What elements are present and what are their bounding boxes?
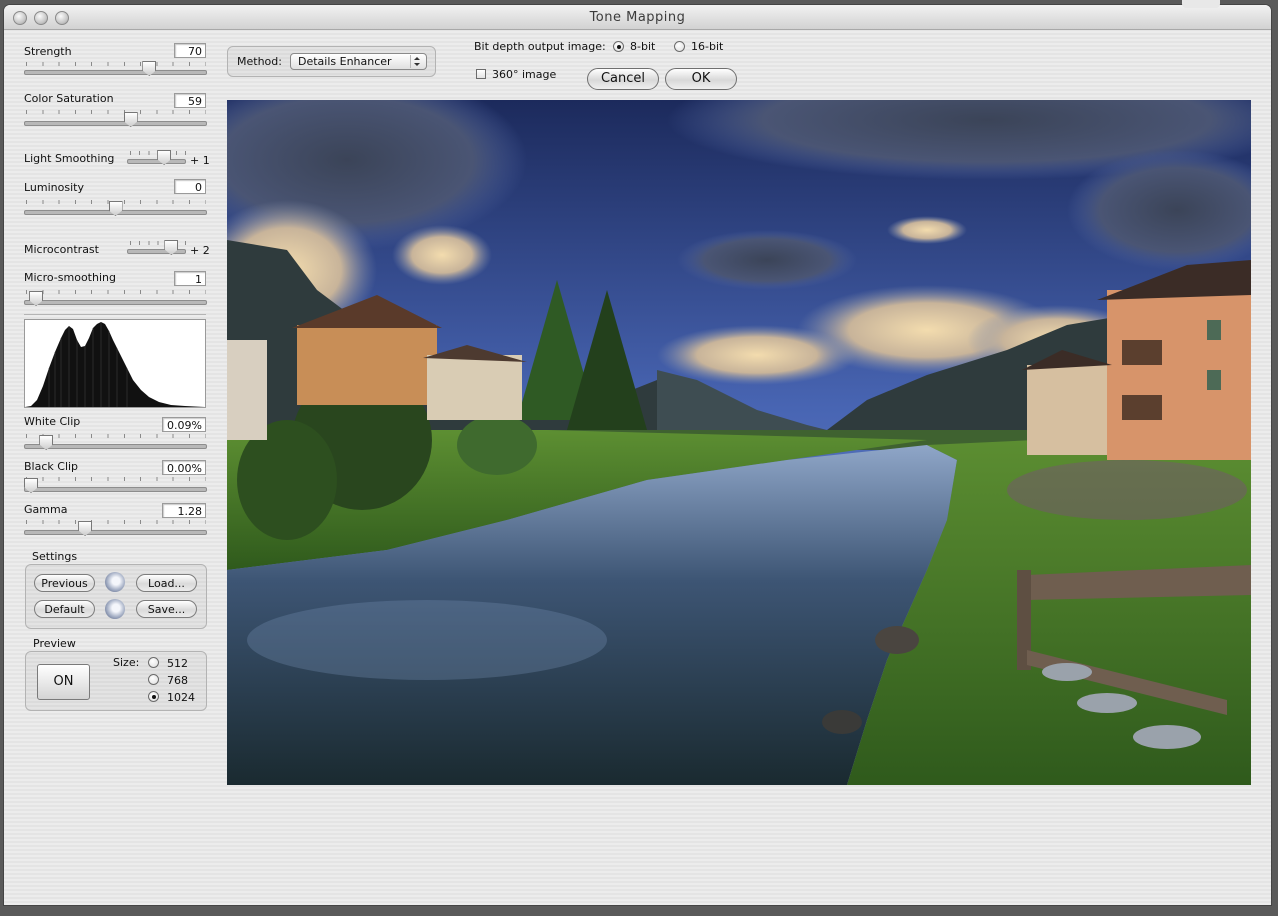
- histogram: [24, 319, 206, 408]
- size-768-label: 768: [167, 674, 188, 687]
- size-512-label: 512: [167, 657, 188, 670]
- luminosity-label: Luminosity: [24, 181, 84, 194]
- method-select-value: Details Enhancer: [298, 55, 392, 68]
- color-saturation-ticks: [26, 110, 206, 114]
- ok-button[interactable]: OK: [665, 68, 737, 90]
- micro-smoothing-value-field[interactable]: 1: [174, 271, 206, 286]
- size-768-radio[interactable]: [148, 674, 159, 685]
- previous-button[interactable]: Previous: [34, 574, 95, 592]
- preview-image: [227, 100, 1251, 785]
- color-saturation-slider-track[interactable]: [24, 121, 207, 126]
- micro-smoothing-slider-track[interactable]: [24, 300, 207, 305]
- updown-arrows-icon: [410, 55, 423, 68]
- microcontrast-value: + 2: [190, 244, 210, 257]
- gamma-slider-track[interactable]: [24, 530, 207, 535]
- black-clip-ticks: [26, 477, 206, 481]
- panorama-label: 360° image: [492, 68, 557, 81]
- settings-group-label: Settings: [32, 550, 78, 563]
- panorama-checkbox[interactable]: [476, 69, 486, 79]
- size-512-radio[interactable]: [148, 657, 159, 668]
- separator: [24, 314, 206, 315]
- color-saturation-value-field[interactable]: 59: [174, 93, 206, 108]
- bit-depth-16-label: 16-bit: [691, 40, 724, 53]
- black-clip-slider-track[interactable]: [24, 487, 207, 492]
- micro-smoothing-label: Micro-smoothing: [24, 271, 116, 284]
- strength-label: Strength: [24, 45, 72, 58]
- bit-depth-16-radio[interactable]: [674, 41, 685, 52]
- bit-depth-8-radio[interactable]: [613, 41, 624, 52]
- white-clip-label: White Clip: [24, 415, 81, 428]
- black-clip-value-field[interactable]: 0.00%: [162, 460, 206, 475]
- refresh-icon: [105, 572, 125, 592]
- desktop-element: [1182, 0, 1220, 8]
- strength-ticks: [26, 62, 206, 66]
- white-clip-value-field[interactable]: 0.09%: [162, 417, 206, 432]
- gamma-ticks: [26, 520, 206, 524]
- save-settings-button[interactable]: Save...: [136, 600, 197, 618]
- light-smoothing-value: + 1: [190, 154, 210, 167]
- cancel-button[interactable]: Cancel: [587, 68, 659, 90]
- size-1024-label: 1024: [167, 691, 195, 704]
- landscape-preview-picture: [227, 100, 1251, 785]
- title-bar[interactable]: Tone Mapping: [4, 5, 1271, 30]
- bit-depth-label: Bit depth output image:: [474, 40, 606, 53]
- black-clip-label: Black Clip: [24, 460, 79, 473]
- microcontrast-label: Microcontrast: [24, 243, 99, 256]
- default-button[interactable]: Default: [34, 600, 95, 618]
- size-label: Size:: [113, 656, 140, 669]
- gamma-value-field[interactable]: 1.28: [162, 503, 206, 518]
- color-saturation-label: Color Saturation: [24, 92, 114, 105]
- method-select[interactable]: Details Enhancer: [290, 53, 427, 70]
- luminosity-value-field[interactable]: 0: [174, 179, 206, 194]
- gamma-label: Gamma: [24, 503, 68, 516]
- light-smoothing-slider-track[interactable]: [127, 159, 186, 164]
- window-title: Tone Mapping: [589, 10, 686, 25]
- light-smoothing-label: Light Smoothing: [24, 152, 115, 165]
- strength-value-field[interactable]: 70: [174, 43, 206, 58]
- load-settings-button[interactable]: Load...: [136, 574, 197, 592]
- bit-depth-8-label: 8-bit: [630, 40, 656, 53]
- refresh-icon: [105, 599, 125, 619]
- micro-smoothing-ticks: [26, 290, 206, 294]
- preview-on-button[interactable]: ON: [37, 664, 90, 700]
- histogram-graph: [25, 322, 205, 407]
- size-1024-radio[interactable]: [148, 691, 159, 702]
- strength-slider-track[interactable]: [24, 70, 207, 75]
- method-label: Method:: [237, 55, 282, 68]
- preview-group-label: Preview: [33, 637, 76, 650]
